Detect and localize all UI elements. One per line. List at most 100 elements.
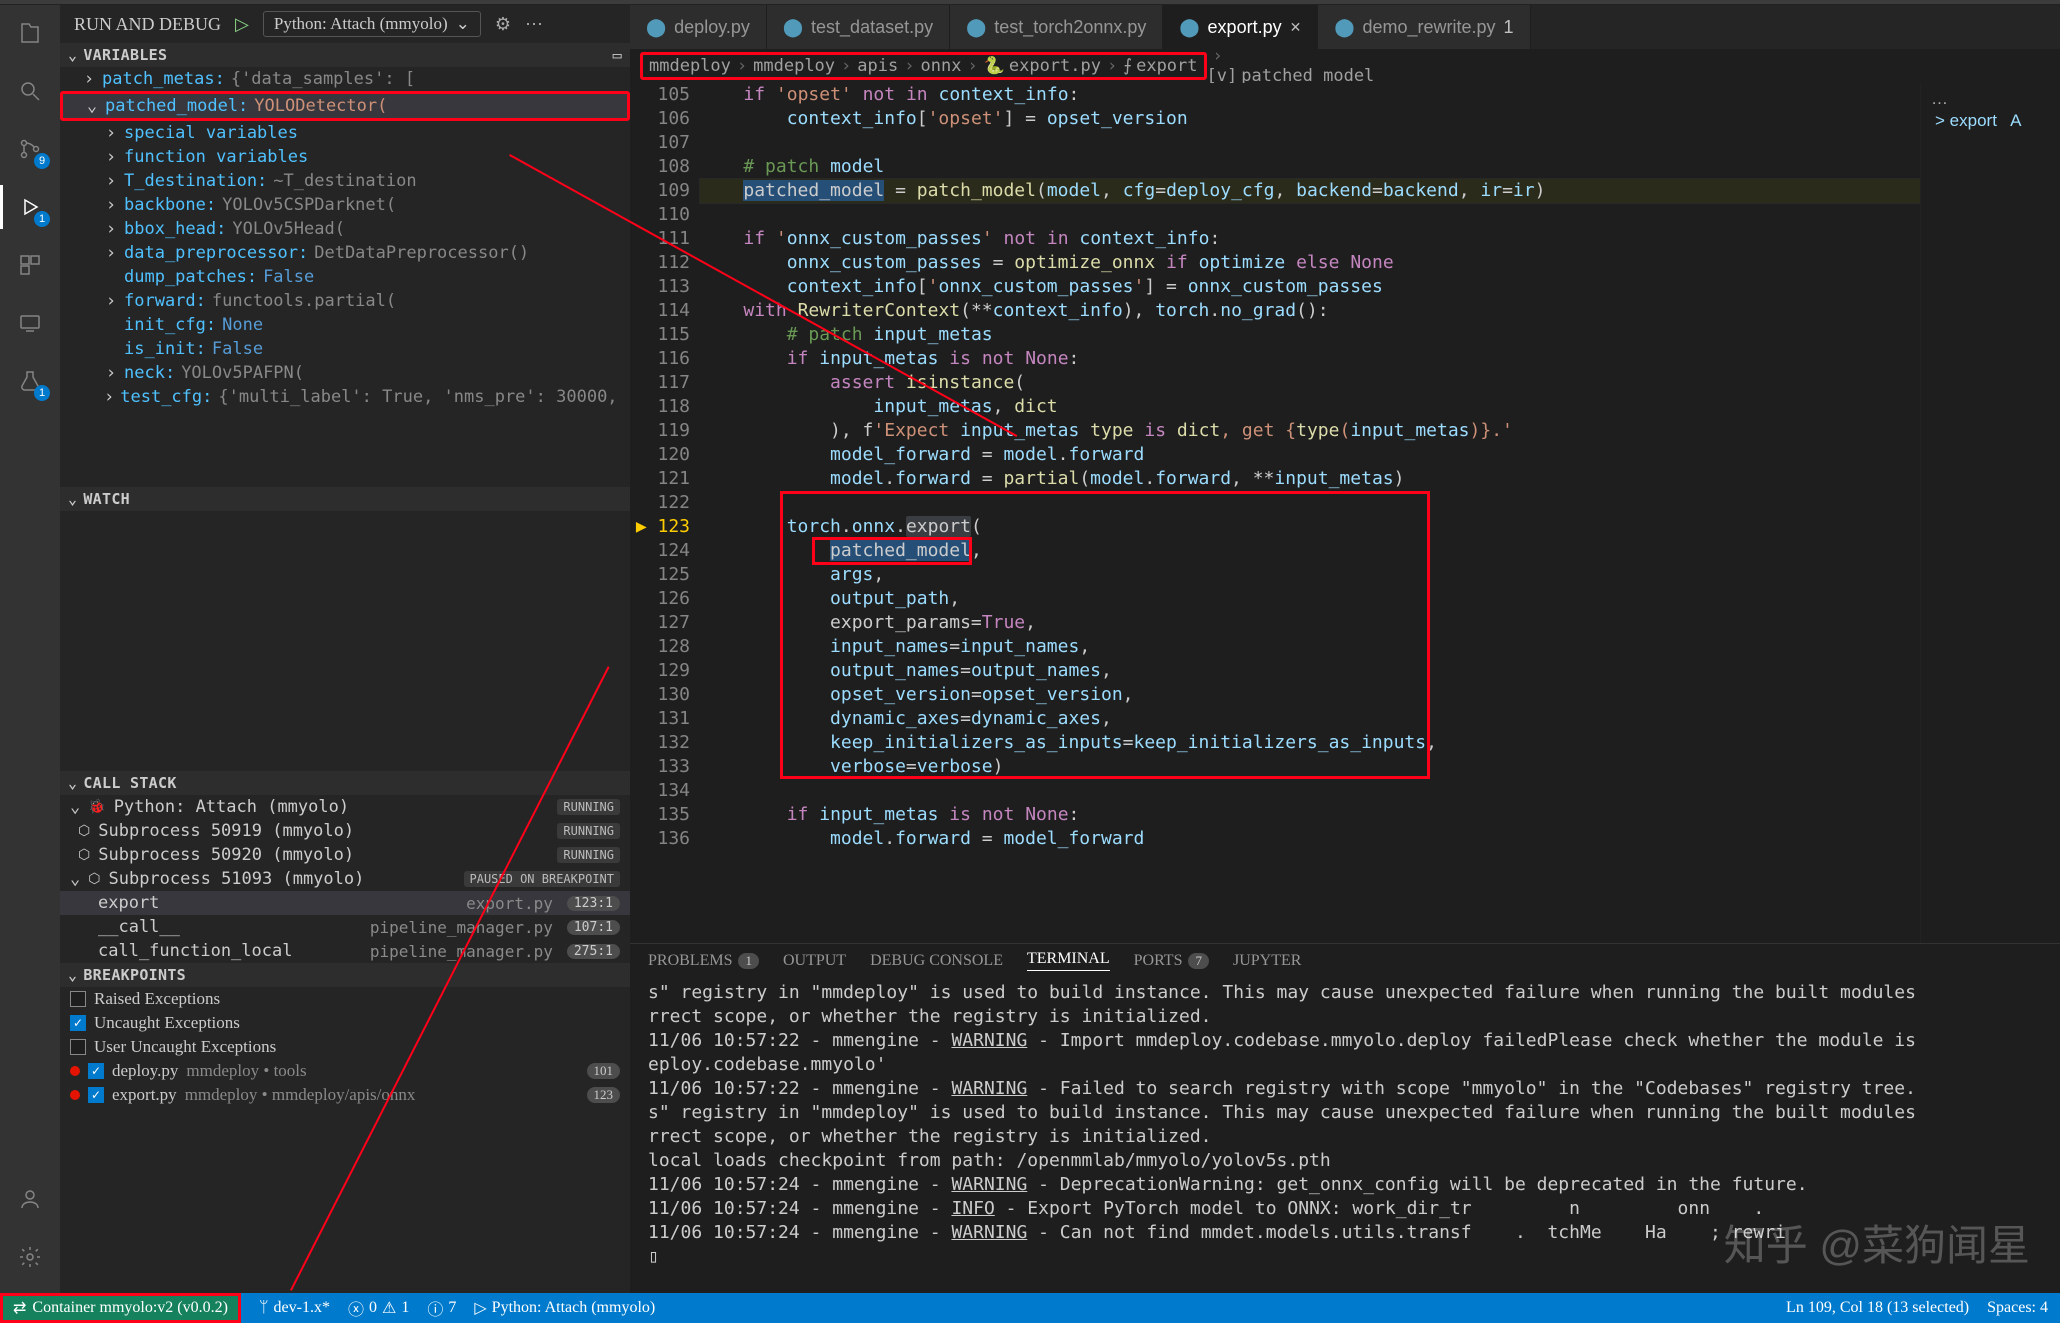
code-line[interactable]: dynamic_axes=dynamic_axes, [700, 707, 1920, 731]
variable-row[interactable]: ›backbone: YOLOv5CSPDarknet( [60, 193, 630, 217]
code-line[interactable]: input_metas, dict [700, 395, 1920, 419]
code[interactable]: if 'opset' not in context_info: context_… [700, 83, 1920, 943]
breadcrumb-segment[interactable]: 🐍 export.py [984, 56, 1101, 76]
panel-tabs[interactable]: PROBLEMS1 OUTPUT DEBUG CONSOLE TERMINAL PORT… [630, 944, 2060, 977]
breakpoint-row[interactable]: User Uncaught Exceptions [60, 1035, 630, 1059]
editor-tab[interactable]: ⬤demo_rewrite.py1 [1318, 5, 1530, 49]
code-line[interactable]: onnx_custom_passes = optimize_onnx if op… [700, 251, 1920, 275]
code-line[interactable]: if input_metas is not None: [700, 803, 1920, 827]
code-line[interactable]: input_names=input_names, [700, 635, 1920, 659]
code-line[interactable]: output_names=output_names, [700, 659, 1920, 683]
code-line[interactable]: if 'opset' not in context_info: [700, 83, 1920, 107]
stack-frame[interactable]: call_function_localpipeline_manager.py27… [60, 939, 630, 963]
editor[interactable]: 1051061071081091101111121131141151161171… [630, 83, 1920, 943]
extensions-icon[interactable] [12, 247, 48, 283]
code-line[interactable]: # patch input_metas [700, 323, 1920, 347]
code-line[interactable]: output_path, [700, 587, 1920, 611]
code-line[interactable]: context_info['onnx_custom_passes'] = onn… [700, 275, 1920, 299]
terminal-output[interactable]: s" registry in "mmdeploy" is used to bui… [630, 977, 2060, 1293]
breadcrumb-segment[interactable]: onnx [920, 56, 961, 76]
variable-row[interactable]: ›T_destination: ~T_destination [60, 169, 630, 193]
variable-row[interactable]: ›forward: functools.partial( [60, 289, 630, 313]
code-line[interactable] [700, 779, 1920, 803]
breadcrumb-segment[interactable]: ⨍ export [1123, 56, 1197, 76]
start-icon[interactable]: ▷ [235, 14, 249, 35]
code-line[interactable]: patched_model, [700, 539, 1920, 563]
stack-frame[interactable]: __call__pipeline_manager.py107:1 [60, 915, 630, 939]
more-icon[interactable]: ⋯ [525, 14, 543, 35]
watch-header[interactable]: ⌄WATCH [60, 487, 630, 511]
breadcrumb-segment[interactable]: apis [857, 56, 898, 76]
launch-config[interactable]: Python: Attach (mmyolo) ⌄ [263, 11, 481, 37]
editor-tab[interactable]: ⬤test_torch2onnx.py [950, 5, 1163, 49]
code-line[interactable]: if input_metas is not None: [700, 347, 1920, 371]
info-indicator[interactable]: ⓘ 7 [427, 1296, 456, 1320]
checkbox[interactable]: ✓ [70, 1015, 86, 1031]
variable-row[interactable]: ›special variables [60, 121, 630, 145]
statusbar[interactable]: ⇄Container mmyolo:v2 (v0.0.2) ᛘ dev-1.x*… [0, 1293, 2060, 1323]
collapse-icon[interactable]: ▭ [613, 46, 622, 64]
code-line[interactable]: export_params=True, [700, 611, 1920, 635]
code-line[interactable]: ), f'Expect input_metas type is dict, ge… [700, 419, 1920, 443]
code-line[interactable]: # patch model [700, 155, 1920, 179]
close-icon[interactable]: ✕ [1290, 19, 1302, 36]
account-icon[interactable] [12, 1181, 48, 1217]
breadcrumb-segment[interactable]: mmdeploy [649, 56, 731, 76]
checkbox[interactable]: ✓ [88, 1087, 104, 1103]
code-line[interactable]: args, [700, 563, 1920, 587]
code-line[interactable] [700, 203, 1920, 227]
code-line[interactable]: with RewriterContext(**context_info), to… [700, 299, 1920, 323]
editor-tab[interactable]: ⬤test_dataset.py [767, 5, 950, 49]
panel-tab[interactable]: JUPYTER [1233, 952, 1301, 970]
stack-frame[interactable]: exportexport.py123:1 [60, 891, 630, 915]
panel-tab[interactable]: TERMINAL [1027, 950, 1110, 971]
variable-row[interactable]: init_cfg: None [60, 313, 630, 337]
variable-row[interactable]: ⌄patched_model: YOLODetector( [60, 91, 630, 121]
variable-row[interactable]: ›patch_metas: {'data_samples': [ [60, 67, 630, 91]
code-line[interactable]: model.forward = model_forward [700, 827, 1920, 851]
panel-tab[interactable]: PROBLEMS1 [648, 952, 759, 970]
outline-pane[interactable]: … > export A [1920, 83, 2060, 943]
debug-indicator[interactable]: ▷ Python: Attach (mmyolo) [474, 1298, 655, 1318]
variable-row[interactable]: ›data_preprocessor: DetDataPreprocessor(… [60, 241, 630, 265]
panel-tab[interactable]: OUTPUT [783, 952, 846, 970]
remote-icon[interactable] [12, 305, 48, 341]
code-line[interactable]: if 'onnx_custom_passes' not in context_i… [700, 227, 1920, 251]
cursor-position[interactable]: Ln 109, Col 18 (13 selected) [1786, 1299, 1969, 1317]
checkbox[interactable] [70, 1039, 86, 1055]
code-line[interactable]: verbose=verbose) [700, 755, 1920, 779]
code-line[interactable]: patched_model = patch_model(model, cfg=d… [700, 179, 1920, 203]
search-icon[interactable] [12, 73, 48, 109]
breakpoints-body[interactable]: Raised Exceptions✓Uncaught ExceptionsUse… [60, 987, 630, 1107]
stack-thread[interactable]: ⬡Subprocess 50919 (mmyolo)RUNNING [60, 819, 630, 843]
code-line[interactable] [700, 491, 1920, 515]
code-line[interactable]: context_info['opset'] = opset_version [700, 107, 1920, 131]
breakpoint-row[interactable]: ✓Uncaught Exceptions [60, 1011, 630, 1035]
explorer-icon[interactable] [12, 15, 48, 51]
code-line[interactable]: model.forward = partial(model.forward, *… [700, 467, 1920, 491]
debug-icon[interactable]: 1 [12, 189, 48, 225]
checkbox[interactable] [70, 991, 86, 1007]
stack-thread[interactable]: ⌄⬡Subprocess 51093 (mmyolo)PAUSED ON BRE… [60, 867, 630, 891]
callstack-header[interactable]: ⌄CALL STACK [60, 771, 630, 795]
breakpoints-header[interactable]: ⌄BREAKPOINTS [60, 963, 630, 987]
problems-indicator[interactable]: ⓧ 0 ⚠ 1 [348, 1296, 409, 1320]
indent-indicator[interactable]: Spaces: 4 [1987, 1299, 2048, 1317]
variable-row[interactable]: ›function variables [60, 145, 630, 169]
watch-body[interactable] [60, 511, 630, 771]
variables-tree[interactable]: ›patch_metas: {'data_samples': [⌄patched… [60, 67, 630, 487]
breadcrumb-segment[interactable]: mmdeploy [753, 56, 835, 76]
code-line[interactable]: keep_initializers_as_inputs=keep_initial… [700, 731, 1920, 755]
stack-thread[interactable]: ⌄🐞Python: Attach (mmyolo)RUNNING [60, 795, 630, 819]
breakpoint-row[interactable]: ✓deploy.py mmdeploy • tools101 [60, 1059, 630, 1083]
panel-tab[interactable]: DEBUG CONSOLE [870, 952, 1003, 970]
breadcrumb[interactable]: mmdeploy›mmdeploy›apis›onnx›🐍 export.py›… [630, 49, 2060, 83]
stack-thread[interactable]: ⬡Subprocess 50920 (mmyolo)RUNNING [60, 843, 630, 867]
checkbox[interactable]: ✓ [88, 1063, 104, 1079]
variable-row[interactable]: ›bbox_head: YOLOv5Head( [60, 217, 630, 241]
editor-tab[interactable]: ⬤deploy.py [630, 5, 767, 49]
panel-tab[interactable]: PORTS7 [1134, 952, 1209, 970]
variable-row[interactable]: dump_patches: False [60, 265, 630, 289]
code-line[interactable] [700, 131, 1920, 155]
code-line[interactable]: opset_version=opset_version, [700, 683, 1920, 707]
